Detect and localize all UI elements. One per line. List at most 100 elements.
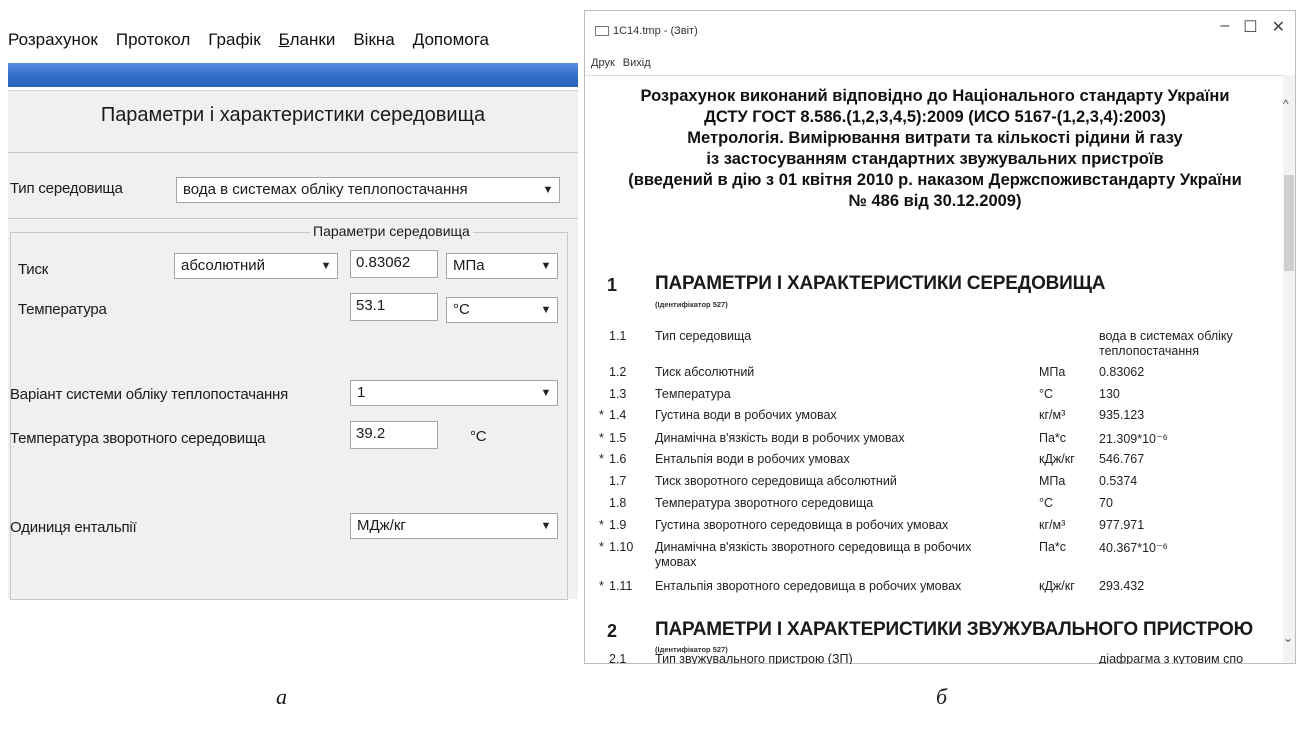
window-controls: – ☐ ✕ bbox=[1220, 17, 1285, 37]
section-number: 2 bbox=[607, 621, 618, 641]
row-value: 977.971 bbox=[1099, 518, 1145, 532]
pressure-unit-value: МПа bbox=[453, 257, 485, 274]
row-name: Густина зворотного середовища в робочих … bbox=[655, 518, 949, 532]
chevron-down-icon[interactable]: ▼ bbox=[317, 256, 335, 276]
chevron-down-icon[interactable]: ▼ bbox=[537, 300, 555, 320]
row-value: 130 bbox=[1099, 387, 1120, 401]
temperature-input[interactable]: 53.1 bbox=[350, 293, 438, 321]
menu-help[interactable]: Допомога bbox=[413, 30, 489, 56]
medium-type-value: вода в системах обліку теплопостачання bbox=[183, 181, 468, 198]
header-line: № 486 від 30.12.2009) bbox=[848, 192, 1022, 210]
pressure-kind-value: абсолютний bbox=[181, 257, 266, 274]
scroll-down-icon[interactable]: ⌄ bbox=[1283, 631, 1293, 645]
menu-protocol[interactable]: Протокол bbox=[116, 30, 190, 56]
row-unit: кДж/кг bbox=[1039, 452, 1075, 466]
divider bbox=[8, 152, 578, 153]
pressure-unit-select[interactable]: МПа ▼ bbox=[446, 253, 558, 279]
row-number: 1.2 bbox=[609, 365, 627, 379]
row-value: 0.5374 bbox=[1099, 474, 1138, 488]
header-line: із застосуванням стандартних звужувальни… bbox=[706, 150, 1164, 168]
vertical-scrollbar[interactable]: ^ ⌄ bbox=[1283, 75, 1295, 663]
return-temp-label: Температура зворотного середовища bbox=[10, 430, 266, 447]
menu-graph[interactable]: Графік bbox=[208, 30, 260, 56]
menu-print[interactable]: Друк bbox=[591, 57, 615, 69]
row-number: 1.7 bbox=[609, 474, 627, 488]
pressure-input[interactable]: 0.83062 bbox=[350, 250, 438, 278]
row-value: 0.83062 bbox=[1099, 365, 1145, 379]
row-marker: * bbox=[599, 518, 604, 532]
section-number: 1 bbox=[607, 275, 618, 295]
row-unit: Па*с bbox=[1039, 540, 1067, 554]
chevron-down-icon[interactable]: ▼ bbox=[537, 516, 555, 536]
row-name: Тип середовища bbox=[655, 329, 752, 343]
divider bbox=[585, 75, 1285, 76]
row-number: 2.1 bbox=[609, 652, 627, 664]
row-name: Тип звужувального пристрою (ЗП) bbox=[655, 652, 853, 664]
caption-a: а bbox=[276, 684, 287, 709]
minimize-icon[interactable]: – bbox=[1220, 17, 1229, 37]
row-number: 1.6 bbox=[609, 452, 627, 466]
chevron-down-icon[interactable]: ▼ bbox=[539, 180, 557, 200]
caption-b: б bbox=[936, 684, 948, 709]
menu-calculation[interactable]: Розрахунок bbox=[8, 30, 98, 56]
row-value: діафрагма з кутовим спо bbox=[1099, 652, 1244, 664]
medium-params-group bbox=[10, 232, 568, 600]
pressure-label: Тиск bbox=[18, 261, 49, 278]
panel-title: Параметри і характеристики середовища bbox=[100, 104, 486, 126]
report-menu-bar: Друк Вихід bbox=[591, 57, 651, 69]
divider bbox=[8, 218, 578, 219]
row-number: 1.3 bbox=[609, 387, 627, 401]
row-unit: кг/м³ bbox=[1039, 518, 1066, 532]
header-line: Розрахунок виконаний відповідно до Націо… bbox=[640, 87, 1230, 105]
row-name: Тиск зворотного середовища абсолютний bbox=[655, 474, 897, 488]
row-number: 1.8 bbox=[609, 496, 627, 510]
header-line: ДСТУ ГОСТ 8.586.(1,2,3,4,5):2009 (ИСО 51… bbox=[704, 108, 1166, 126]
section-identifier: (Ідентифікатор 527) bbox=[655, 300, 728, 309]
scroll-up-icon[interactable]: ^ bbox=[1283, 97, 1289, 111]
enthalpy-unit-value: МДж/кг bbox=[357, 517, 406, 534]
row-name: Густина води в робочих умовах bbox=[655, 408, 837, 422]
row-name: Тиск абсолютний bbox=[655, 365, 755, 379]
parameters-window: Розрахунок Протокол Графік Бланки Вікна … bbox=[0, 0, 578, 600]
row-name-continued: умовах bbox=[655, 555, 697, 569]
row-unit: °C bbox=[1039, 496, 1054, 510]
menu-windows[interactable]: Вікна bbox=[353, 30, 394, 56]
row-name: Ентальпія зворотного середовища в робочи… bbox=[655, 579, 962, 593]
row-name: Динамічна в'язкість води в робочих умова… bbox=[655, 431, 905, 445]
return-temp-input[interactable]: 39.2 bbox=[350, 421, 438, 449]
row-number: 1.9 bbox=[609, 518, 627, 532]
row-number: 1.5 bbox=[609, 431, 627, 445]
temperature-unit-select[interactable]: °C ▼ bbox=[446, 297, 558, 323]
section-title: ПАРАМЕТРИ І ХАРАКТЕРИСТИКИ ЗВУЖУВАЛЬНОГО… bbox=[655, 619, 1254, 640]
row-value: 21.309*10⁻⁶ bbox=[1099, 432, 1168, 446]
row-unit: МПа bbox=[1039, 365, 1066, 379]
medium-type-select[interactable]: вода в системах обліку теплопостачання ▼ bbox=[176, 177, 560, 203]
row-marker: * bbox=[599, 540, 604, 554]
accounting-variant-label: Варіант системи обліку теплопостачання bbox=[10, 386, 289, 403]
row-unit: кг/м³ bbox=[1039, 408, 1066, 422]
group-legend: Параметри середовища bbox=[310, 223, 473, 239]
pressure-kind-select[interactable]: абсолютний ▼ bbox=[174, 253, 338, 279]
chevron-down-icon[interactable]: ▼ bbox=[537, 383, 555, 403]
menu-forms[interactable]: Бланки bbox=[279, 30, 336, 56]
scroll-thumb[interactable] bbox=[1284, 175, 1294, 271]
row-marker: * bbox=[599, 579, 604, 593]
row-name: Динамічна в'язкість зворотного середовищ… bbox=[655, 540, 972, 554]
accounting-variant-select[interactable]: 1 ▼ bbox=[350, 380, 558, 406]
report-window-title: 1С14.tmp - (Звіт) bbox=[595, 25, 698, 37]
title-bar bbox=[8, 63, 578, 87]
row-value: 546.767 bbox=[1099, 452, 1145, 466]
temperature-label: Температура bbox=[18, 301, 107, 318]
accounting-variant-value: 1 bbox=[357, 384, 366, 401]
row-number: 1.1 bbox=[609, 329, 627, 343]
enthalpy-unit-select[interactable]: МДж/кг ▼ bbox=[350, 513, 558, 539]
close-icon[interactable]: ✕ bbox=[1272, 17, 1285, 37]
menu-exit[interactable]: Вихід bbox=[623, 57, 651, 69]
chevron-down-icon[interactable]: ▼ bbox=[537, 256, 555, 276]
header-line: Метрологія. Вимірювання витрати та кільк… bbox=[687, 129, 1183, 147]
row-marker: * bbox=[599, 431, 604, 445]
maximize-icon[interactable]: ☐ bbox=[1243, 17, 1257, 37]
medium-type-label: Тип середовища bbox=[10, 180, 123, 197]
table-row: 2.1 Тип звужувального пристрою (ЗП) діаф… bbox=[603, 652, 1283, 664]
row-unit: МПа bbox=[1039, 474, 1066, 488]
